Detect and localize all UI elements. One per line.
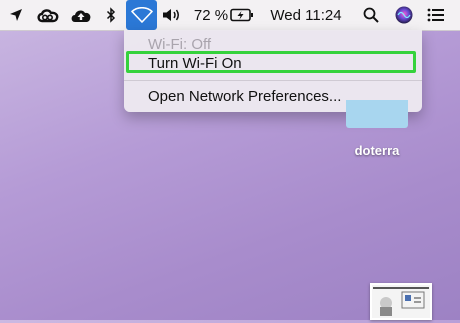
folder-label[interactable]: doterra <box>340 143 414 158</box>
creative-cloud-icon[interactable] <box>34 0 62 30</box>
location-icon[interactable] <box>5 0 27 30</box>
screenshot-thumbnail[interactable] <box>370 283 432 320</box>
siri-icon[interactable] <box>393 0 415 30</box>
folder-icon[interactable] <box>346 100 408 128</box>
clock[interactable]: Wed 11:24 <box>268 0 344 30</box>
menu-bar: 72 % Wed 11:24 <box>0 0 460 31</box>
search-icon[interactable] <box>360 0 382 30</box>
open-network-preferences-item[interactable]: Open Network Preferences... <box>148 88 341 105</box>
battery-percentage: 72 % <box>193 6 229 24</box>
battery-icon[interactable] <box>229 0 255 30</box>
notification-center-icon[interactable] <box>424 0 448 30</box>
clock-text: Wed 11:24 <box>270 6 342 24</box>
menu-separator <box>124 80 422 81</box>
volume-icon[interactable] <box>160 0 184 30</box>
turn-wifi-on-item[interactable]: Turn Wi-Fi On <box>148 55 242 72</box>
bluetooth-icon[interactable] <box>102 0 120 30</box>
cloud-upload-icon[interactable] <box>68 0 94 30</box>
wifi-icon[interactable] <box>126 0 157 30</box>
